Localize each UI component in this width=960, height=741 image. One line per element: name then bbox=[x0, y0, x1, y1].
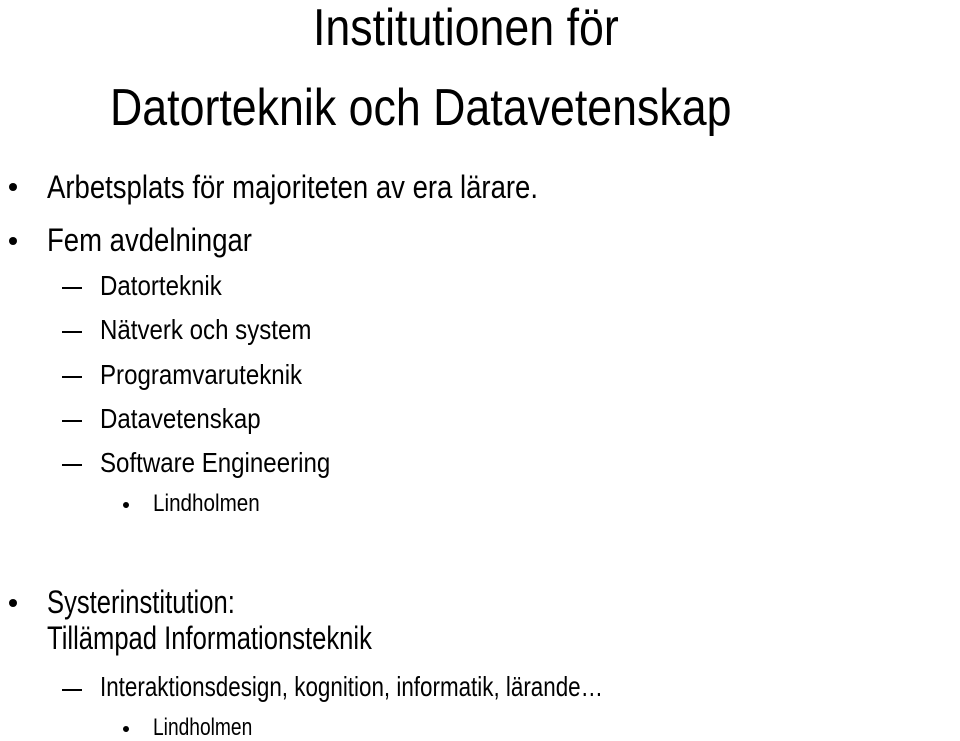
bullet-icon bbox=[9, 183, 17, 191]
bullet-icon bbox=[9, 237, 17, 245]
dash-icon bbox=[62, 464, 82, 466]
sub-item: Datavetenskap bbox=[100, 403, 261, 434]
sub-item: Software Engineering bbox=[100, 447, 331, 478]
bullet-3-line-1: Systerinstitution: bbox=[47, 584, 235, 620]
sub-item: Interaktionsdesign, kognition, informati… bbox=[100, 671, 604, 702]
title-line-1: Institutionen för bbox=[313, 0, 619, 57]
sub-sub-item: Lindholmen bbox=[153, 490, 260, 517]
sub-item: Datorteknik bbox=[100, 270, 222, 301]
sub-sub-item: Lindholmen bbox=[153, 714, 253, 741]
dash-icon bbox=[62, 376, 82, 378]
sub-item: Programvaruteknik bbox=[100, 359, 303, 390]
bullet-icon bbox=[123, 502, 129, 508]
bullet-icon bbox=[123, 726, 129, 732]
bullet-1-text: Arbetsplats för majoriteten av era lärar… bbox=[47, 169, 538, 205]
dash-icon bbox=[62, 689, 82, 691]
sub-item: Nätverk och system bbox=[100, 314, 312, 345]
bullet-3-line-2: Tillämpad Informationsteknik bbox=[47, 620, 372, 656]
dash-icon bbox=[62, 420, 82, 422]
bullet-2-text: Fem avdelningar bbox=[47, 222, 252, 258]
title-line-2: Datorteknik och Datavetenskap bbox=[110, 79, 732, 137]
dash-icon bbox=[62, 331, 82, 333]
bullet-icon bbox=[9, 599, 17, 607]
dash-icon bbox=[62, 287, 82, 289]
